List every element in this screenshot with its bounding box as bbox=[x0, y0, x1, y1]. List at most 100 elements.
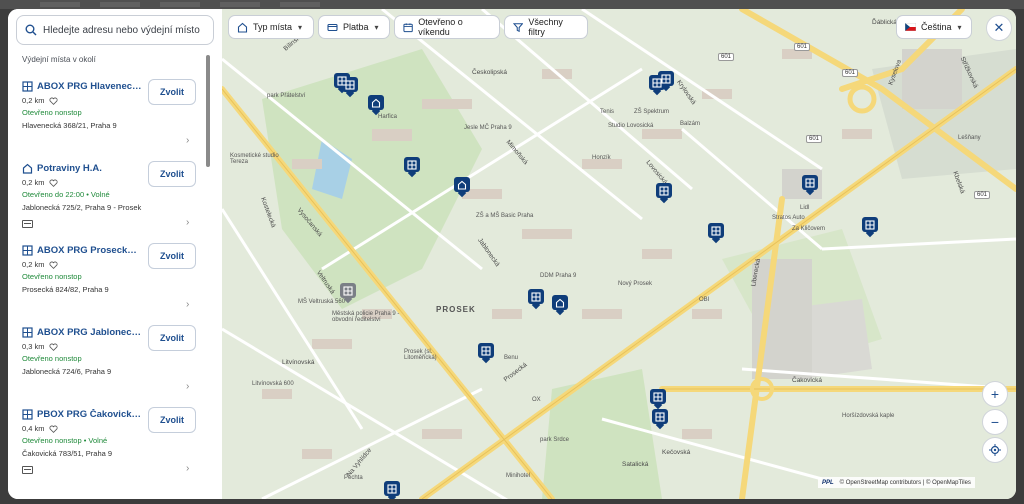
zoom-out-button[interactable]: − bbox=[982, 409, 1008, 435]
filter-weekend[interactable]: Otevřeno o víkendu bbox=[394, 15, 500, 39]
chevron-right-icon[interactable]: › bbox=[186, 217, 189, 228]
list-item[interactable]: ABOX PRG Hlavenecká 0,2 km Otevřeno nons… bbox=[8, 71, 208, 153]
road-label: Satalická bbox=[622, 461, 649, 468]
poi-label: OBI bbox=[699, 297, 710, 303]
filter-label: Typ místa bbox=[253, 22, 293, 32]
poi-label: Honzík bbox=[592, 155, 611, 161]
poi-label: OX bbox=[532, 397, 541, 403]
parcel-box-icon bbox=[653, 391, 663, 402]
map-pin-box[interactable] bbox=[708, 223, 724, 244]
browser-chrome bbox=[0, 0, 1024, 9]
parcel-box-icon bbox=[531, 291, 541, 302]
pickup-point-modal: Výdejní místa v okolí ABOX PRG Hlaveneck… bbox=[8, 9, 1016, 499]
map-pin-box[interactable] bbox=[802, 175, 818, 196]
poi-label: ZŠ Spektrum bbox=[634, 109, 670, 115]
crosshair-icon bbox=[989, 444, 1001, 456]
heart-icon[interactable] bbox=[48, 343, 58, 351]
place-address: Hlavenecká 368/21, Praha 9 bbox=[22, 121, 117, 130]
chevron-right-icon[interactable]: › bbox=[186, 381, 189, 392]
map-pin-box[interactable] bbox=[404, 157, 420, 178]
poi-label: park Srdce bbox=[540, 437, 570, 443]
filter-payment[interactable]: Platba ▾ bbox=[318, 15, 390, 39]
parcel-box-icon bbox=[661, 73, 671, 84]
place-list: ABOX PRG Hlavenecká 0,2 km Otevřeno nons… bbox=[8, 71, 208, 481]
map-pin-box[interactable] bbox=[862, 217, 878, 238]
parcel-box-icon bbox=[711, 225, 721, 236]
poi-label: Lidl bbox=[800, 205, 810, 211]
place-name[interactable]: ABOX PRG Jablonecká (Ú... bbox=[37, 327, 142, 338]
list-item[interactable]: ABOX PRG Jablonecká (Ú... 0,3 km Otevřen… bbox=[8, 317, 208, 399]
select-button[interactable]: Zvolit bbox=[148, 325, 196, 351]
heart-icon[interactable] bbox=[48, 97, 58, 105]
place-name[interactable]: ABOX PRG Hlavenecká bbox=[37, 81, 142, 92]
parcel-box-icon bbox=[805, 177, 815, 188]
home-icon bbox=[237, 22, 248, 33]
parcel-box-icon bbox=[22, 409, 33, 420]
list-item[interactable]: PBOX PRG Čakovická (VÚ... 0,4 km Otevřen… bbox=[8, 399, 208, 481]
poi-label: Lešňany bbox=[958, 135, 981, 141]
filter-all[interactable]: Všechny filtry bbox=[504, 15, 588, 39]
heart-icon[interactable] bbox=[48, 425, 58, 433]
filter-label: Otevřeno o víkendu bbox=[418, 17, 463, 37]
map[interactable]: Vysočanská Prosecká Jablonecká Čakovická… bbox=[222, 9, 1016, 499]
filter-icon bbox=[513, 22, 524, 32]
parcel-box-icon bbox=[22, 81, 33, 92]
chevron-right-icon[interactable]: › bbox=[186, 135, 189, 146]
search-box[interactable] bbox=[16, 15, 214, 45]
poi-label: Městská policie Praha 9 - obvodní ředite… bbox=[332, 311, 400, 323]
chevron-down-icon: ▾ bbox=[374, 22, 379, 32]
parcel-box-icon bbox=[655, 411, 665, 422]
map-pin-shop[interactable] bbox=[368, 95, 384, 116]
chevron-down-icon: ▾ bbox=[957, 22, 962, 32]
parcel-box-icon bbox=[345, 79, 355, 90]
close-button[interactable]: ✕ bbox=[986, 15, 1012, 41]
search-input[interactable] bbox=[43, 24, 213, 36]
attribution-text[interactable]: © OpenStreetMap contributors | © OpenMap… bbox=[840, 480, 971, 486]
scrollbar-thumb[interactable] bbox=[206, 55, 210, 167]
heart-icon[interactable] bbox=[48, 261, 58, 269]
card-payment-icon bbox=[22, 466, 33, 474]
map-pin-box[interactable] bbox=[650, 389, 666, 410]
filter-place-type[interactable]: Typ místa ▾ bbox=[228, 15, 314, 39]
select-button[interactable]: Zvolit bbox=[148, 79, 196, 105]
parcel-box-icon bbox=[481, 345, 491, 356]
poi-label: MŠ Veltruská 560 bbox=[298, 299, 346, 305]
plus-icon: + bbox=[990, 386, 1000, 402]
list-item[interactable]: Potraviny H.A. 0,2 km Otevřeno do 22:00 … bbox=[8, 153, 208, 235]
select-button[interactable]: Zvolit bbox=[148, 161, 196, 187]
list-item[interactable]: ABOX PRG Prosecká (Pen... 0,2 km Otevřen… bbox=[8, 235, 208, 317]
place-name[interactable]: ABOX PRG Prosecká (Pen... bbox=[37, 245, 142, 256]
map-pin-box[interactable] bbox=[528, 289, 544, 310]
chevron-down-icon: ▾ bbox=[298, 22, 303, 32]
district-label: PROSEK bbox=[436, 305, 476, 314]
map-pin-box[interactable] bbox=[342, 77, 358, 98]
place-distance: 0,2 km bbox=[22, 96, 45, 105]
chevron-right-icon[interactable]: › bbox=[186, 463, 189, 474]
place-name[interactable]: PBOX PRG Čakovická (VÚ... bbox=[37, 409, 142, 420]
language-label: Čeština bbox=[921, 22, 952, 32]
shop-icon bbox=[555, 298, 565, 308]
map-pin-box[interactable] bbox=[384, 481, 400, 499]
map-pin-shop[interactable] bbox=[552, 295, 568, 316]
place-address: Jablonecká 724/6, Praha 9 bbox=[22, 367, 112, 376]
select-button[interactable]: Zvolit bbox=[148, 407, 196, 433]
map-pin-box[interactable] bbox=[478, 343, 494, 364]
heart-icon[interactable] bbox=[48, 179, 58, 187]
map-pin-shop[interactable] bbox=[454, 177, 470, 198]
map-pin-box-unavailable[interactable] bbox=[340, 283, 356, 304]
card-icon bbox=[327, 23, 338, 31]
map-pin-box[interactable] bbox=[656, 183, 672, 204]
poi-label: Benu bbox=[504, 355, 519, 361]
select-button[interactable]: Zvolit bbox=[148, 243, 196, 269]
road-label: Českolipská bbox=[472, 69, 508, 76]
locate-button[interactable] bbox=[982, 437, 1008, 463]
shop-icon bbox=[457, 180, 467, 190]
poi-label: Nový Prosek bbox=[618, 281, 653, 287]
language-select[interactable]: Čeština ▾ bbox=[896, 15, 972, 39]
poi-label: Za Kličovem bbox=[792, 226, 826, 232]
chevron-right-icon[interactable]: › bbox=[186, 299, 189, 310]
map-pin-box[interactable] bbox=[652, 409, 668, 430]
road-shield: 601 bbox=[718, 53, 735, 61]
place-name[interactable]: Potraviny H.A. bbox=[37, 163, 102, 174]
zoom-in-button[interactable]: + bbox=[982, 381, 1008, 407]
